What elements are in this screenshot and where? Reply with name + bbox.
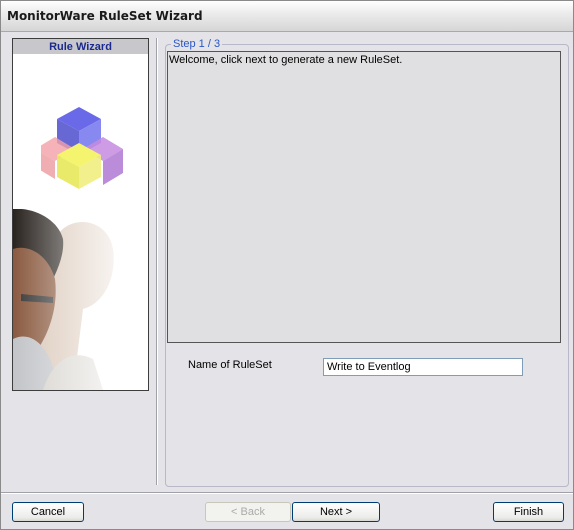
step-message-box: Welcome, click next to generate a new Ru… <box>167 51 561 343</box>
wizard-window: MonitorWare RuleSet Wizard Rule Wizard S… <box>0 0 574 530</box>
ruleset-name-input[interactable] <box>323 358 523 376</box>
ruleset-name-label: Name of RuleSet <box>188 359 272 371</box>
finish-button[interactable]: Finish <box>493 502 564 522</box>
next-button[interactable]: Next > <box>292 502 380 522</box>
vertical-divider <box>156 38 158 485</box>
cancel-button[interactable]: Cancel <box>12 502 84 522</box>
back-button[interactable]: < Back <box>205 502 291 522</box>
step-message: Welcome, click next to generate a new Ru… <box>169 54 403 66</box>
window-title: MonitorWare RuleSet Wizard <box>7 9 203 23</box>
sidebar-header: Rule Wizard <box>13 39 148 54</box>
cubes-logo-icon <box>41 107 123 189</box>
title-bar: MonitorWare RuleSet Wizard <box>1 1 573 32</box>
button-bar-divider <box>1 492 573 494</box>
wizard-sidebar: Rule Wizard <box>12 38 149 391</box>
step-legend: Step 1 / 3 <box>171 38 223 50</box>
people-photo-icon <box>13 209 148 390</box>
